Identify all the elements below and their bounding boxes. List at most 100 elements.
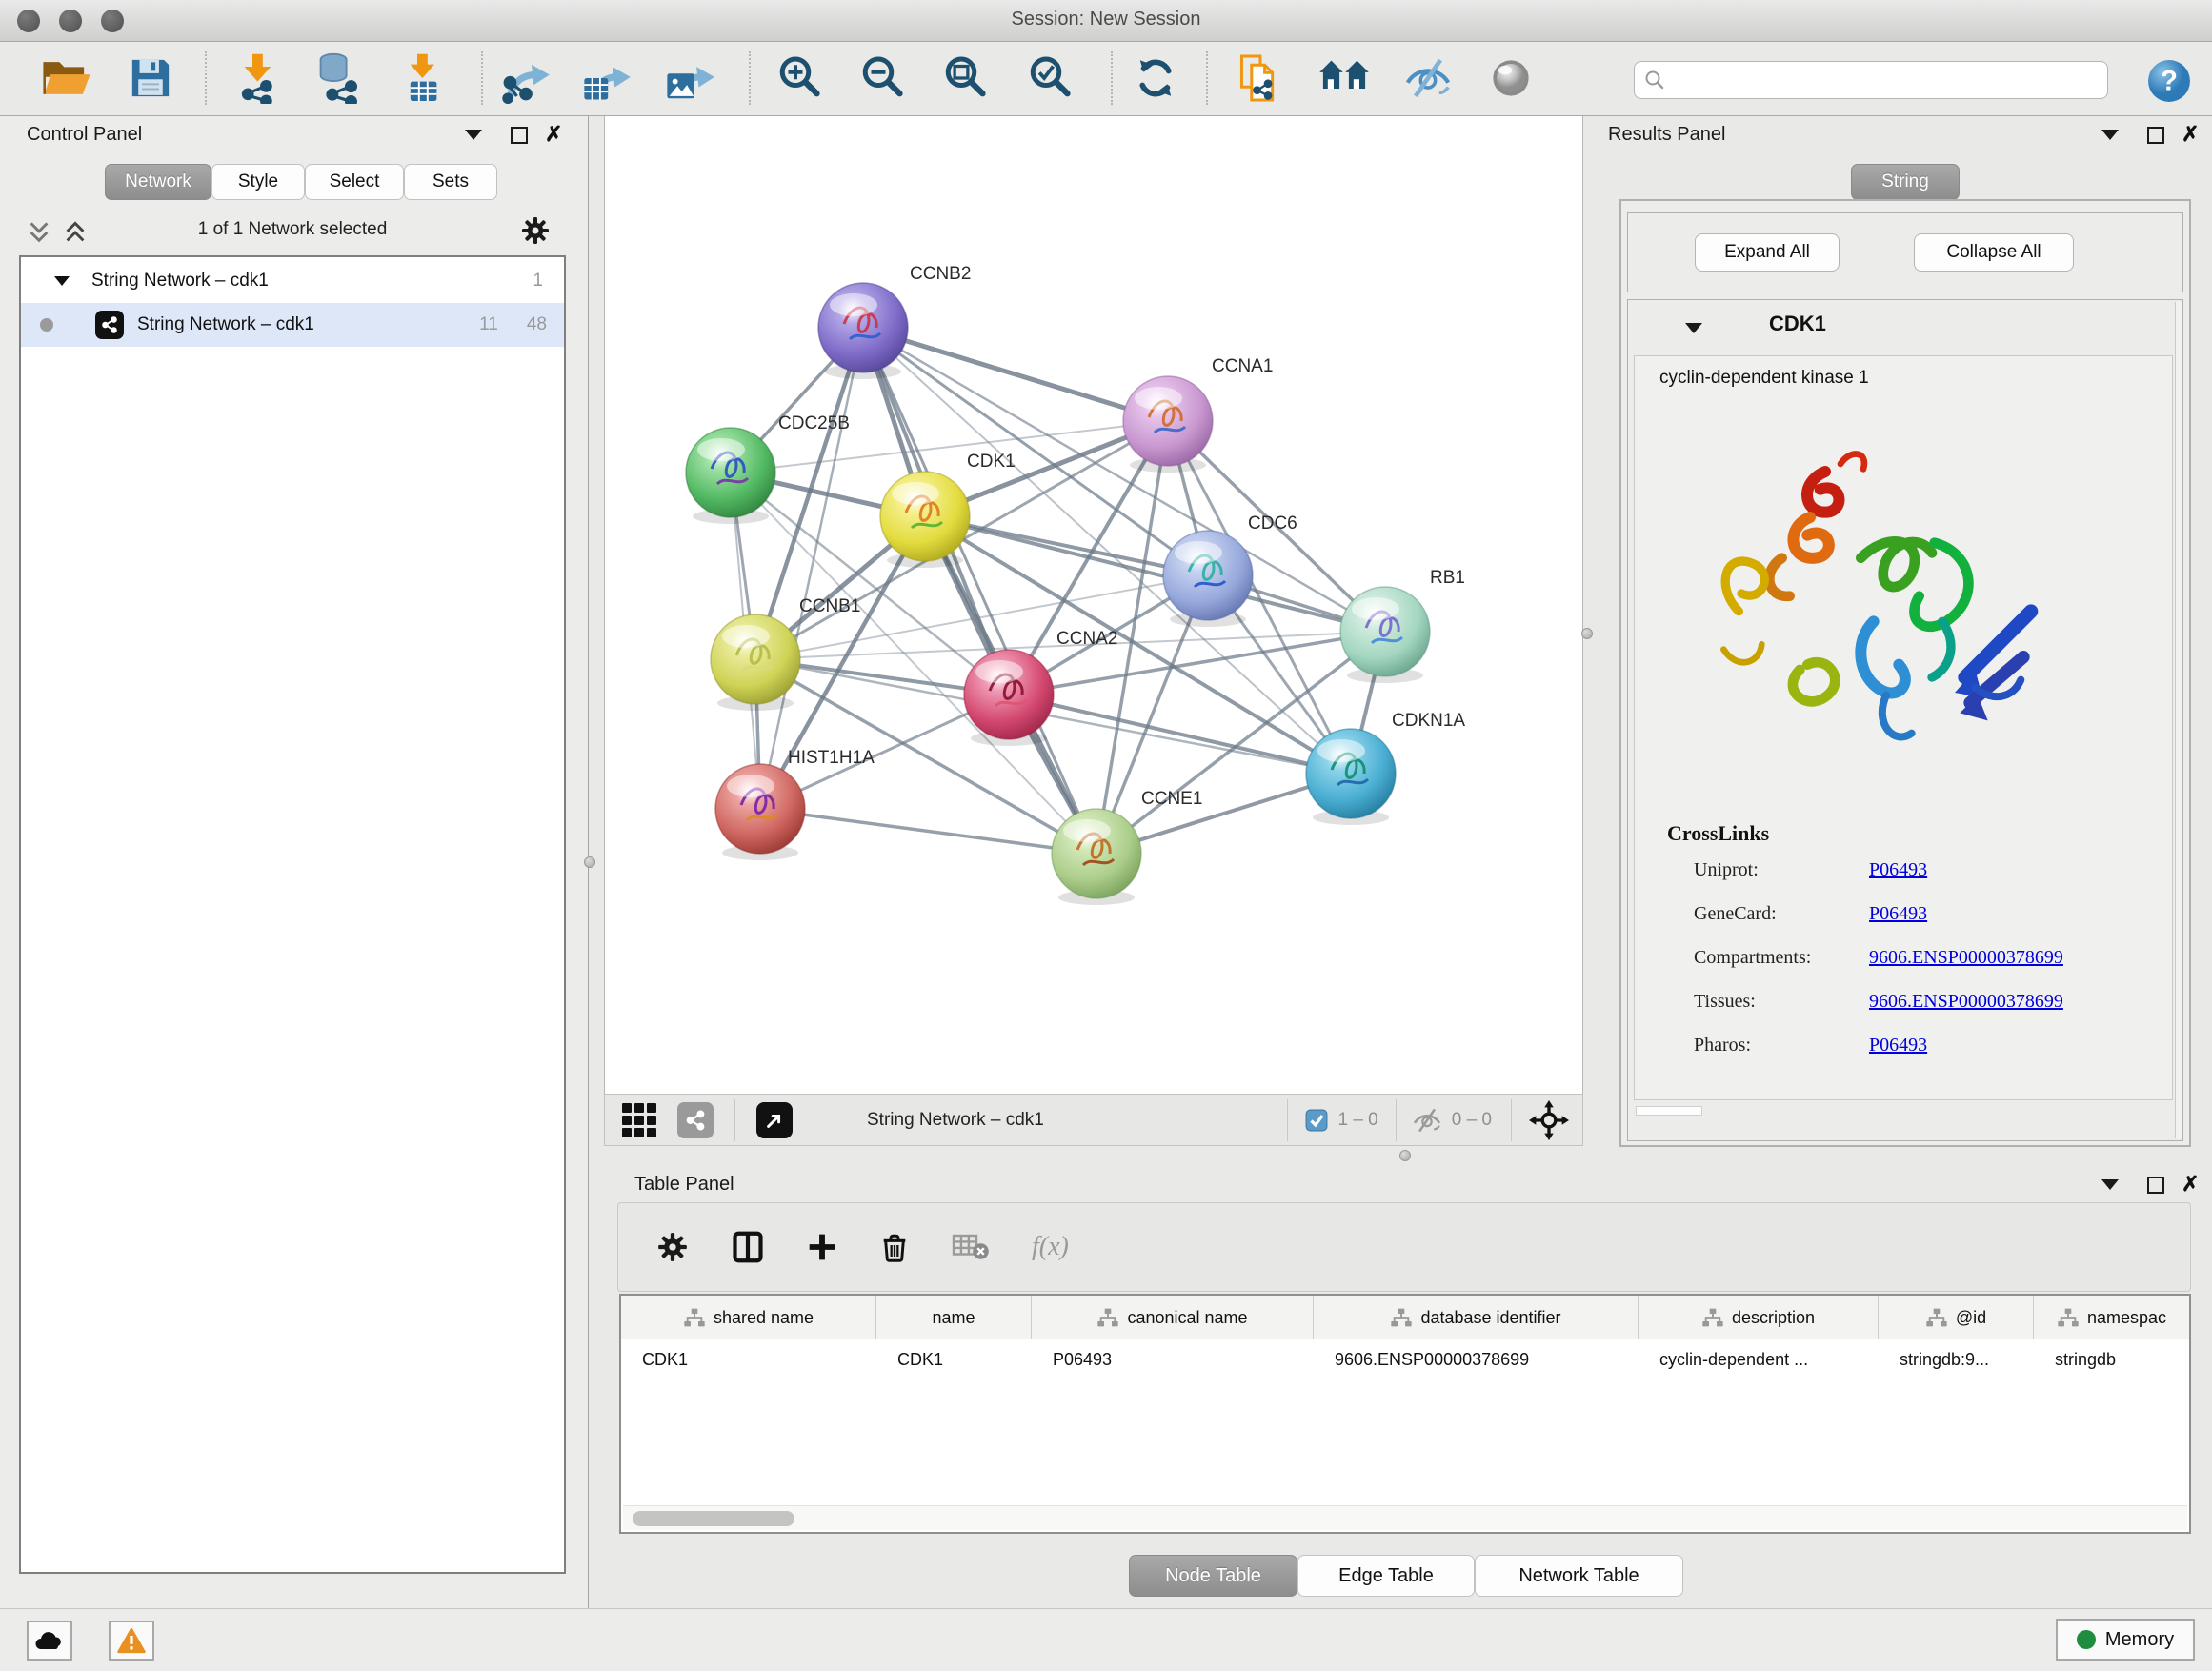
network-node-CCNA1[interactable]: CCNA1 — [1123, 356, 1273, 473]
tab-select[interactable]: Select — [305, 164, 404, 200]
warning-status-button[interactable] — [109, 1621, 154, 1661]
table-hscrollbar[interactable] — [623, 1505, 2187, 1530]
import-table-file-button[interactable] — [394, 50, 452, 107]
cell-id[interactable]: stringdb:9... — [1879, 1339, 2034, 1379]
table-hscrollbar-thumb[interactable] — [633, 1511, 794, 1526]
gene-collapse-icon[interactable] — [1685, 323, 1702, 333]
expand-all-button[interactable]: Expand All — [1695, 233, 1840, 272]
cell-database-identifier[interactable]: 9606.ENSP00000378699 — [1314, 1339, 1639, 1379]
network-collection-row[interactable]: String Network – cdk1 1 — [21, 259, 564, 303]
cell-description[interactable]: cyclin-dependent ... — [1639, 1339, 1879, 1379]
node-label: CDK1 — [967, 452, 1016, 472]
network-edge-CCNB2-CCNE1[interactable] — [863, 328, 1096, 854]
network-node-RB1[interactable]: RB1 — [1340, 568, 1465, 683]
column-header-canonical-name[interactable]: canonical name — [1032, 1296, 1314, 1339]
cell-namespace[interactable]: stringdb — [2034, 1339, 2189, 1379]
left-splitter-handle[interactable] — [584, 856, 595, 868]
import-network-file-button[interactable] — [230, 50, 287, 107]
crosslink-label: GeneCard: — [1694, 903, 1777, 925]
cell-name[interactable]: CDK1 — [876, 1339, 1032, 1379]
hidden-eye-slash-icon[interactable] — [1412, 1108, 1442, 1133]
network-row[interactable]: String Network – cdk1 11 48 — [21, 303, 564, 347]
tab-style[interactable]: Style — [211, 164, 305, 200]
expand-all-networks-icon[interactable] — [63, 221, 88, 244]
network-node-CCNB2[interactable]: CCNB2 — [818, 264, 971, 379]
delete-column-trash-icon[interactable] — [879, 1231, 910, 1263]
open-session-button[interactable] — [38, 50, 95, 107]
string-document-icon — [1238, 52, 1282, 104]
control-panel-menu-button[interactable] — [465, 130, 482, 140]
create-column-plus-icon[interactable] — [807, 1232, 837, 1262]
tab-node-table[interactable]: Node Table — [1129, 1555, 1297, 1597]
tissues-link[interactable]: 9606.ENSP00000378699 — [1869, 991, 2063, 1013]
column-header-id[interactable]: @id — [1879, 1296, 2034, 1339]
column-header-name[interactable]: name — [876, 1296, 1032, 1339]
selected-checkbox-icon[interactable] — [1305, 1109, 1328, 1132]
search-input[interactable] — [1673, 62, 2107, 98]
cell-canonical-name[interactable]: P06493 — [1032, 1339, 1314, 1379]
grid-view-icon[interactable] — [622, 1103, 656, 1137]
cell-shared-name[interactable]: CDK1 — [621, 1339, 876, 1379]
collapse-all-button[interactable]: Collapse All — [1914, 233, 2074, 272]
column-header-description[interactable]: description — [1639, 1296, 1879, 1339]
collection-count: 1 — [533, 271, 543, 292]
export-image-button[interactable] — [661, 50, 718, 107]
control-panel-float-button[interactable] — [511, 127, 528, 144]
table-settings-gear-icon[interactable] — [656, 1231, 689, 1263]
network-node-HIST1H1A[interactable]: HIST1H1A — [715, 748, 875, 860]
tab-string-results[interactable]: String — [1851, 164, 1960, 200]
collection-expand-icon[interactable] — [53, 275, 70, 287]
network-node-CDC6[interactable]: CDC6 — [1163, 513, 1297, 627]
save-session-button[interactable] — [122, 50, 179, 107]
import-network-database-button[interactable] — [310, 50, 367, 107]
table-panel-menu-button[interactable] — [2101, 1179, 2119, 1190]
open-in-string-button[interactable] — [1232, 50, 1289, 107]
network-canvas[interactable]: CCNB2CCNA1CDC25BCDK1CDC6RB1CCNB1CCNA2CDK… — [604, 116, 1583, 1094]
refresh-button[interactable] — [1127, 50, 1184, 107]
birdseye-crosshair-icon[interactable] — [1529, 1100, 1569, 1140]
network-node-CDKN1A[interactable]: CDKN1A — [1306, 711, 1465, 825]
results-vscrollbar-track[interactable] — [2175, 302, 2182, 1138]
open-in-new-window-icon[interactable] — [756, 1102, 793, 1138]
zoom-in-button[interactable] — [772, 50, 829, 107]
export-network-button[interactable] — [497, 50, 554, 107]
results-panel-close-button[interactable]: ✗ — [2182, 126, 2199, 143]
tab-network[interactable]: Network — [105, 164, 211, 200]
network-edge-CCNB2-HIST1H1A[interactable] — [760, 328, 863, 809]
zoom-out-button[interactable] — [855, 50, 912, 107]
hide-glasses-button[interactable] — [1399, 50, 1457, 107]
control-panel-close-button[interactable]: ✗ — [545, 126, 562, 143]
column-header-database-identifier[interactable]: database identifier — [1314, 1296, 1639, 1339]
memory-button[interactable]: Memory — [2056, 1619, 2195, 1661]
genecard-link[interactable]: P06493 — [1869, 903, 1927, 925]
table-panel-close-button[interactable]: ✗ — [2182, 1176, 2199, 1193]
export-table-button[interactable] — [578, 50, 635, 107]
results-hscrollbar-thumb[interactable] — [1636, 1106, 1702, 1116]
table-panel-float-button[interactable] — [2147, 1177, 2164, 1194]
column-header-namespace[interactable]: namespac — [2034, 1296, 2189, 1339]
tab-sets[interactable]: Sets — [404, 164, 497, 200]
results-panel-menu-button[interactable] — [2101, 130, 2119, 140]
horizontal-splitter-handle[interactable] — [1399, 1150, 1411, 1161]
network-edge-CCNA2-CDKN1A[interactable] — [1009, 695, 1351, 774]
column-header-shared-name[interactable]: shared name — [621, 1296, 876, 1339]
network-options-gear-icon[interactable] — [520, 215, 551, 246]
zoom-selected-button[interactable] — [1022, 50, 1079, 107]
zoom-fit-button[interactable] — [937, 50, 995, 107]
tab-network-table[interactable]: Network Table — [1475, 1555, 1683, 1597]
network-edge-HIST1H1A-CCNE1[interactable] — [760, 809, 1096, 854]
tab-edge-table[interactable]: Edge Table — [1297, 1555, 1475, 1597]
network-edge-CCNB2-CCNA1[interactable] — [863, 328, 1168, 421]
network-share-icon[interactable] — [677, 1102, 714, 1138]
show-columns-icon[interactable] — [731, 1230, 765, 1264]
network-node-CDK1[interactable]: CDK1 — [880, 452, 1016, 568]
show-eye-button[interactable] — [1482, 50, 1539, 107]
results-panel-float-button[interactable] — [2147, 127, 2164, 144]
cloud-status-button[interactable] — [27, 1621, 72, 1661]
string-home-button[interactable] — [1316, 50, 1373, 107]
help-button[interactable]: ? — [2147, 59, 2191, 103]
compartments-link[interactable]: 9606.ENSP00000378699 — [1869, 947, 2063, 969]
pharos-link[interactable]: P06493 — [1869, 1035, 1927, 1057]
collapse-all-networks-icon[interactable] — [27, 221, 51, 244]
uniprot-link[interactable]: P06493 — [1869, 859, 1927, 881]
